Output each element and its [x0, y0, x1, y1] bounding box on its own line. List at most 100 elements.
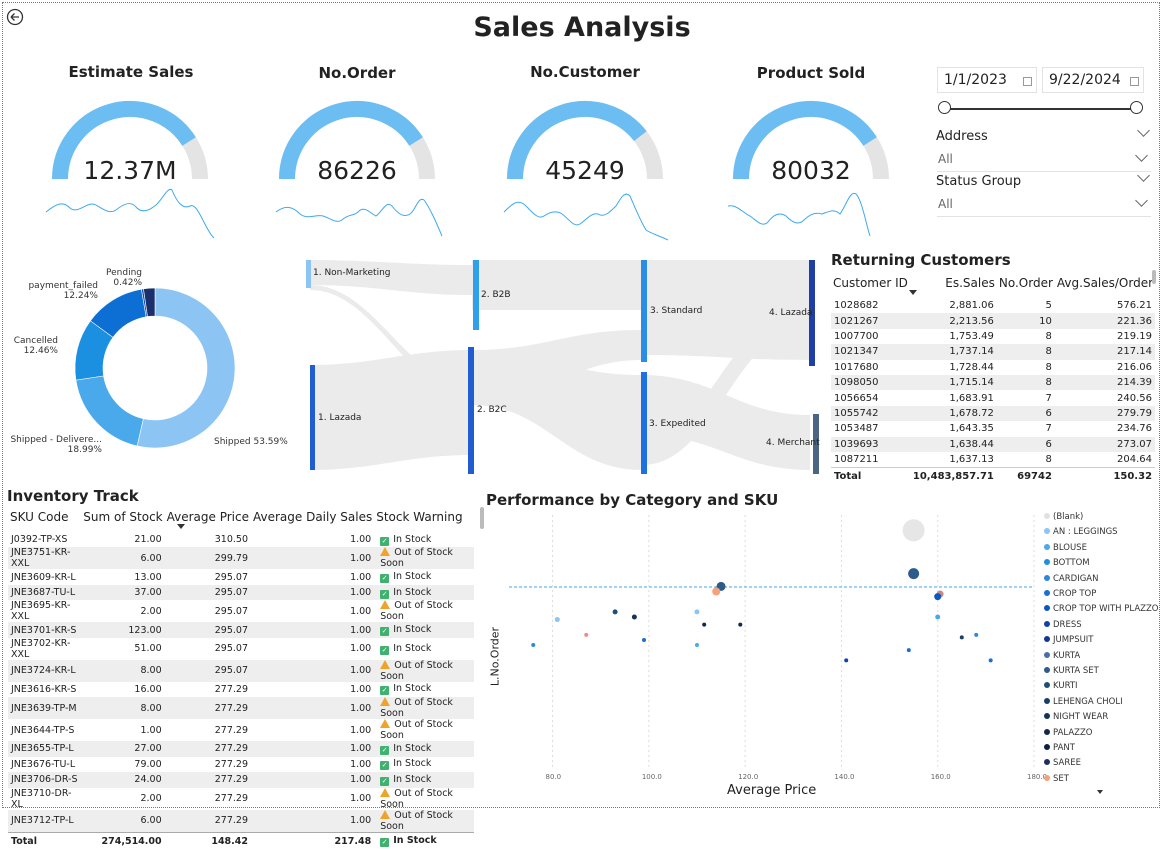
legend-item[interactable]: PANT [1044, 743, 1075, 753]
table-cell: 1,643.35 [949, 423, 994, 435]
table-row[interactable]: 1053487 1,643.35 7 234.76 [831, 421, 1155, 436]
table-row[interactable]: 1021267 2,213.56 10 221.36 [831, 313, 1156, 329]
table-cell: 1.00 [251, 772, 375, 788]
legend-item[interactable]: PALAZZO [1044, 728, 1092, 738]
legend-item[interactable]: BOTTOM [1044, 558, 1090, 568]
table-row[interactable]: JNE3655-TP-L 27.00 277.29 1.00 ✓ In Stock [8, 741, 474, 757]
legend-item[interactable]: NIGHT WEAR [1044, 712, 1108, 722]
table-row[interactable]: JNE3701-KR-S 123.00 295.07 1.00 ✓ In Stock [8, 622, 474, 638]
table-cell: 277.29 [164, 772, 251, 788]
address-dropdown[interactable]: All [937, 152, 1151, 172]
table-row[interactable]: JNE3644-TP-S 1.00 277.29 1.00 Out of Stock S… [8, 719, 474, 741]
table-row[interactable]: JNE3702-KR-XXL 51.00 295.07 1.00 ✓ In Stock [8, 638, 474, 660]
legend-item[interactable]: KURTA SET [1044, 666, 1099, 676]
sankey-node-b2b [473, 260, 479, 330]
table-cell: 8 [996, 344, 1055, 360]
table-row[interactable]: 1087211 1,637.13 8 204.64 [831, 452, 1155, 468]
check-icon: ✓ [380, 838, 390, 847]
legend-item[interactable]: SET [1044, 774, 1069, 784]
table-cell: 1,638.44 [909, 436, 997, 452]
legend-item[interactable]: DRESS [1044, 620, 1082, 630]
legend-item[interactable]: KURTI [1044, 681, 1078, 691]
legend-item[interactable]: CROP TOP [1044, 589, 1096, 599]
table-row[interactable]: JNE3724-KR-L 8.00 295.07 1.00 Out of Stock S… [8, 659, 474, 682]
status-group-dropdown[interactable]: All [937, 197, 1151, 217]
sort-desc-icon[interactable] [909, 290, 917, 295]
calendar-icon[interactable] [1130, 77, 1139, 86]
table-cell: 277.29 [214, 683, 248, 695]
table-row[interactable]: JNE3710-DR-XL 2.00 277.29 1.00 Out of Stock … [8, 787, 474, 810]
table-row[interactable]: JNE3751-KR-XXL 6.00 299.79 1.00 Out of Stock… [8, 547, 474, 570]
legend-item[interactable]: (Blank) [1044, 512, 1083, 522]
table-row[interactable]: 1098050 1,715.14 8 214.39 [831, 374, 1156, 391]
status-group-value: All [938, 197, 953, 211]
table-row[interactable]: 1028682 2,881.06 5 576.21 [831, 298, 1155, 313]
legend-marker [1044, 543, 1050, 550]
legend-item[interactable]: CARDIGAN [1044, 574, 1098, 584]
table-row[interactable]: JNE3609-KR-L 13.00 295.07 1.00 ✓ In Stock [8, 569, 474, 584]
total-cell: 10,483,857.71 [909, 467, 997, 485]
table-scrollbar[interactable] [1152, 270, 1156, 284]
table-row[interactable]: 1055742 1,678.72 6 279.79 [831, 405, 1156, 422]
table-row[interactable]: JNE3639-TP-M 8.00 277.29 1.00 Out of Stock S… [8, 697, 474, 720]
table-row[interactable]: J0392-TP-XS 21.00 310.50 1.00 ✓ In Stock [8, 532, 474, 547]
table-cell: 277.29 [164, 697, 251, 720]
kpi-value: 12.37M [83, 156, 177, 185]
table-row[interactable]: 1021347 1,737.14 8 217.14 [831, 344, 1156, 360]
column-header[interactable]: Es.Sales [910, 272, 997, 298]
table-cell: 1.00 [350, 643, 372, 655]
legend-item[interactable]: BLOUSE [1044, 543, 1087, 553]
table-cell: 1.00 [251, 741, 375, 757]
legend-item[interactable]: AN : LEGGINGS [1044, 527, 1118, 537]
table-cell: 1.00 [350, 534, 372, 546]
column-header[interactable]: No.Order [997, 272, 1055, 298]
table-row[interactable]: JNE3616-KR-S 16.00 277.29 1.00 ✓ In Stock [8, 682, 474, 697]
table-cell: 1056654 [834, 392, 879, 404]
table-row[interactable]: JNE3712-TP-L 6.00 277.29 1.00 Out of Stock S… [8, 809, 474, 832]
end-date-value: 9/22/2024 [1049, 72, 1121, 88]
scatter-point [934, 593, 942, 601]
scatter-plot[interactable] [484, 510, 1044, 795]
scatter-y-axis-label: L.No.Order [488, 626, 502, 687]
table-row[interactable]: 1017680 1,728.44 8 216.06 [831, 360, 1155, 375]
legend-marker [1044, 697, 1050, 704]
legend-item[interactable]: SAREE [1044, 758, 1081, 768]
table-row[interactable]: 1007700 1,753.49 8 219.19 [831, 329, 1155, 344]
table-row[interactable]: JNE3676-TU-L 79.00 277.29 1.00 ✓ In Stock [8, 757, 474, 772]
end-date-input[interactable]: 9/22/2024 [1042, 67, 1144, 93]
legend-item[interactable]: LEHENGA CHOLI [1044, 697, 1123, 707]
table-cell: 21.00 [134, 534, 162, 546]
table-cell: 8 [1045, 330, 1052, 342]
legend-scroll-down-icon[interactable] [1097, 790, 1103, 794]
table-cell: 1.00 [350, 605, 372, 617]
legend-item[interactable]: JUMPSUIT [1044, 635, 1094, 645]
column-header[interactable]: Stock Warning [374, 506, 474, 532]
table-row[interactable]: JNE3706-DR-S 24.00 277.29 1.00 ✓ In Stock [8, 772, 474, 788]
legend-marker [1044, 590, 1050, 596]
table-row[interactable]: 1056654 1,683.91 7 240.56 [831, 390, 1155, 405]
sort-desc-icon[interactable] [177, 524, 185, 529]
start-date-input[interactable]: 1/1/2023 [937, 67, 1037, 93]
legend-item[interactable]: CROP TOP WITH PLAZZO [1044, 604, 1158, 614]
column-header[interactable]: Avg.Sales/Order [1055, 272, 1155, 298]
table-row[interactable]: JNE3687-TU-L 37.00 295.07 1.00 ✓ In Stock [8, 584, 474, 601]
date-range-end-handle[interactable] [1130, 101, 1143, 114]
column-header[interactable]: Average Daily Sales [251, 506, 374, 532]
table-row[interactable]: 1039693 1,638.44 6 273.07 [831, 436, 1156, 452]
scatter-point [631, 614, 637, 620]
scatter-title: Performance by Category and SKU [486, 491, 779, 509]
column-header[interactable]: Customer ID [831, 272, 910, 298]
kpi-title: Product Sold [756, 64, 866, 82]
status-donut-chart[interactable] [60, 280, 250, 460]
table-row[interactable]: JNE3695-KR-XXL 2.00 295.07 1.00 Out of Stock… [8, 600, 474, 622]
table-cell: 1,683.91 [949, 392, 994, 404]
warning-icon [380, 659, 391, 669]
legend-item[interactable]: KURTA [1044, 651, 1080, 661]
table-cell: JNE3639-TP-M [8, 697, 82, 720]
date-range-start-handle[interactable] [938, 101, 951, 114]
column-header[interactable]: SKU Code [8, 506, 81, 532]
column-header[interactable]: Sum of Stock [81, 506, 164, 532]
calendar-icon[interactable] [1023, 77, 1032, 86]
date-range-slider-track[interactable] [944, 108, 1137, 110]
sankey-chart[interactable] [296, 255, 826, 480]
